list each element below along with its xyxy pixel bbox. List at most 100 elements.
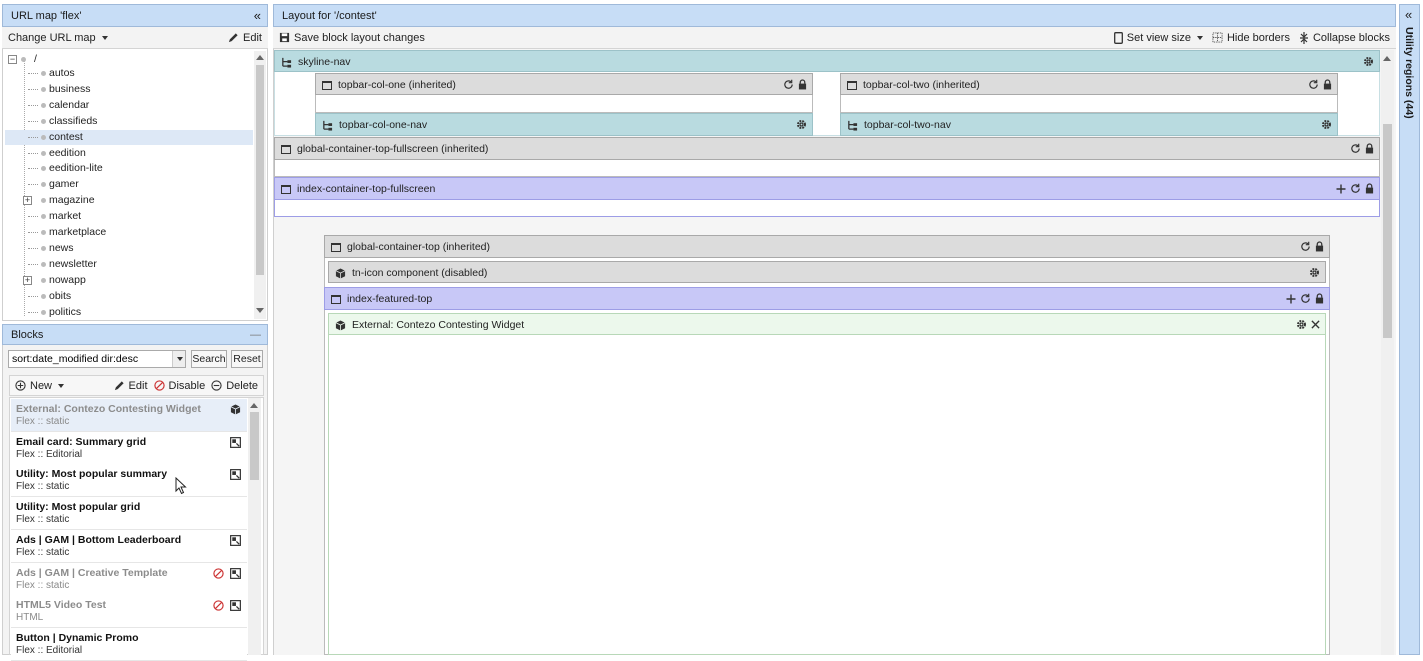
refresh-icon[interactable] [1350,183,1361,194]
tree-item-politics[interactable]: politics [5,305,253,320]
scroll-down-icon[interactable] [256,308,264,313]
block-list-item[interactable]: Ads | GAM | Creative Template Flex :: sta… [11,562,247,596]
save-layout-button[interactable]: Save block layout changes [279,32,425,44]
layout-scrollbar[interactable] [1381,50,1394,655]
blocks-scrollbar[interactable] [248,398,261,655]
reset-button[interactable]: Reset [231,350,263,368]
tree-item-calendar[interactable]: calendar [5,98,253,113]
block-item-subtitle: Flex :: static [16,481,70,493]
gear-icon[interactable] [796,119,807,130]
plus-icon[interactable] [1336,184,1346,194]
delete-block-button[interactable]: Delete [211,380,258,392]
lock-icon[interactable] [1365,183,1374,194]
region-topbar-col-two[interactable]: topbar-col-two (inherited) [840,73,1338,95]
scroll-thumb[interactable] [256,65,264,275]
tree-item-obits[interactable]: obits [5,289,253,304]
set-view-size-button[interactable]: Set view size [1113,32,1203,44]
cube-icon [335,319,346,331]
lock-icon[interactable] [1315,293,1324,304]
region-topbar-col-one[interactable]: topbar-col-one (inherited) [315,73,813,95]
utility-regions-strip[interactable]: « Utility regions (44) [1399,4,1420,655]
tree-item-market[interactable]: market [5,209,253,224]
region-skyline-nav[interactable]: skyline-nav [274,50,1380,72]
tree-item-magazine[interactable]: + magazine [5,193,253,208]
tree-item-label: news [49,241,74,254]
block-list-item[interactable]: Ads | GAM | Bottom Leaderboard Flex :: st… [11,529,247,563]
change-url-map-button[interactable]: Change URL map [8,32,108,44]
tree-item-contest[interactable]: contest [5,129,253,145]
gear-icon[interactable] [1321,119,1332,130]
scroll-up-icon[interactable] [256,55,264,60]
url-tree-scrollbar[interactable] [254,51,266,319]
hide-borders-button[interactable]: Hide borders [1212,32,1290,44]
tree-node-dot [41,71,46,76]
search-dropdown-button[interactable] [172,351,185,367]
tree-item-marketplace[interactable]: marketplace [5,225,253,240]
region-index-container-top-fullscreen[interactable]: index-container-top-fullscreen [274,177,1380,200]
tree-item-eedition-lite[interactable]: eedition-lite [5,161,253,176]
refresh-icon[interactable] [1308,79,1319,90]
block-list-item[interactable]: Utility: Most popular grid Flex :: static [11,497,247,531]
region-title: global-container-top-fullscreen (inherit… [297,143,489,155]
tree-connector [28,73,38,74]
tree-item-eedition[interactable]: eedition [5,146,253,161]
lock-icon[interactable] [1315,241,1324,252]
new-block-button[interactable]: New [15,380,65,392]
close-icon[interactable] [1311,320,1320,329]
collapse-blocks-button[interactable]: Collapse blocks [1299,31,1390,44]
plus-icon[interactable] [1286,294,1296,304]
block-list-item[interactable]: External: Contezo Contesting Widget Flex … [11,399,247,432]
scroll-up-icon[interactable] [1383,56,1391,61]
region-index-featured-top[interactable]: index-featured-top [324,287,1330,310]
lock-icon[interactable] [1365,143,1374,154]
gear-icon[interactable] [1363,56,1374,67]
tree-structure-icon [848,120,858,131]
tree-item-news[interactable]: news [5,241,253,256]
tree-item-classifieds[interactable]: classifieds [5,114,253,129]
change-url-map-label: Change URL map [8,31,96,44]
block-title: External: Contezo Contesting Widget [352,319,525,331]
tree-item-newsletter[interactable]: newsletter [5,257,253,272]
tree-root[interactable]: − / [5,52,253,67]
region-topbar-col-two-nav[interactable]: topbar-col-two-nav [840,113,1338,136]
edit-block-button[interactable]: Edit [114,380,148,392]
region-global-container-top-fullscreen[interactable]: global-container-top-fullscreen (inherit… [274,137,1380,160]
gear-icon[interactable] [1309,267,1320,278]
block-list-item[interactable]: Utility: Most popular summary Flex :: sta… [11,464,247,498]
block-tn-icon-component[interactable]: tn-icon component (disabled) [328,261,1326,283]
gear-icon[interactable] [1296,319,1307,330]
collapse-root-icon[interactable]: − [8,55,17,64]
minimize-blocks-button[interactable]: — [250,325,261,345]
tree-node-dot [41,86,46,92]
disable-block-button[interactable]: Disable [153,380,205,392]
expand-utility-button[interactable]: « [1405,7,1412,22]
save-layout-label: Save block layout changes [294,31,425,44]
edit-url-map-button[interactable]: Edit [228,32,262,44]
region-header: topbar-col-two (inherited) [841,74,1337,96]
refresh-icon[interactable] [783,79,794,90]
region-topbar-col-one-nav[interactable]: topbar-col-one-nav [315,113,813,136]
region-global-container-top[interactable]: global-container-top (inherited) [324,235,1330,258]
tree-item-nowapp[interactable]: + nowapp [5,273,253,288]
block-list-item[interactable]: Email card: Summary grid Flex :: Editoria… [11,431,247,465]
search-button[interactable]: Search [191,350,227,368]
region-header: global-container-top (inherited) [325,236,1329,258]
collapse-left-button[interactable]: « [254,5,261,27]
expand-icon[interactable]: + [23,275,32,285]
scroll-thumb[interactable] [250,412,259,480]
block-external-contezo-widget[interactable]: External: Contezo Contesting Widget [328,313,1326,335]
tree-item-gamer[interactable]: gamer [5,177,253,192]
scroll-thumb[interactable] [1383,124,1392,338]
refresh-icon[interactable] [1300,293,1311,304]
refresh-icon[interactable] [1300,241,1311,252]
blocks-search-input[interactable] [8,350,186,368]
block-list-item[interactable]: HTML5 Video Test HTML [11,595,247,629]
tree-item-business[interactable]: business [5,82,253,97]
scroll-up-icon[interactable] [250,403,258,408]
lock-icon[interactable] [798,79,807,90]
lock-icon[interactable] [1323,79,1332,90]
tree-item-autos[interactable]: autos [5,66,253,81]
block-list-item[interactable]: Button | Dynamic Promo Flex :: Editorial [11,627,247,661]
expand-icon[interactable]: + [23,196,32,206]
refresh-icon[interactable] [1350,143,1361,154]
